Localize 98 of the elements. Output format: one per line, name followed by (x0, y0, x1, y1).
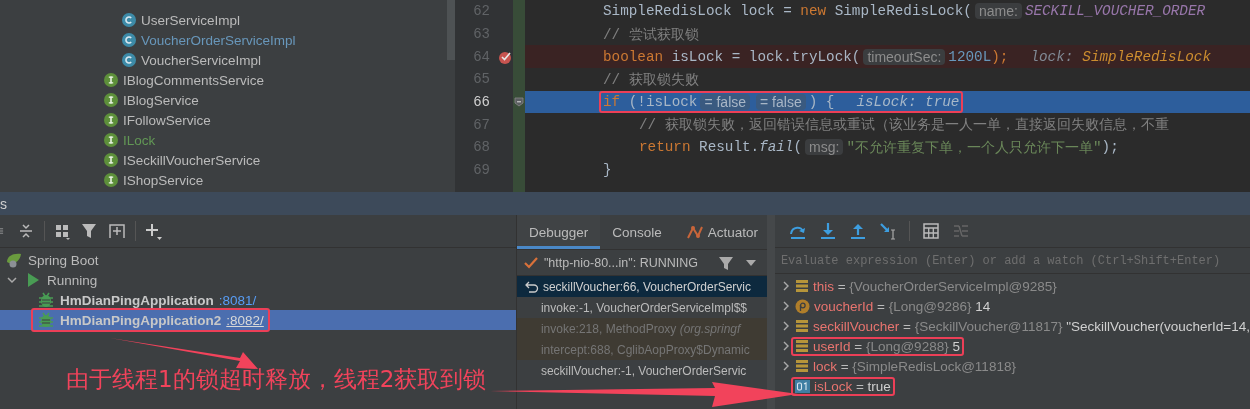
stack-frame[interactable]: seckillVoucher:66, VoucherOrderServic (516, 276, 767, 297)
debugger-tab[interactable]: Actuator (673, 215, 771, 249)
class-icon (122, 53, 136, 67)
interface-icon (104, 153, 118, 167)
service-row[interactable]: HmDianPingApplication :8081/ (0, 290, 516, 310)
variable-value: voucherId = {Long@9286} 14 (813, 298, 991, 314)
tree-item[interactable]: VoucherServiceImpl (141, 52, 262, 68)
inline-debug-value: isLock: true (856, 94, 960, 111)
tree-item[interactable]: ISeckillVoucherService (123, 152, 261, 168)
interface-icon (104, 113, 118, 127)
panel-title: s (0, 195, 7, 212)
tree-item[interactable]: IShopService (123, 172, 204, 188)
interface-icon (104, 133, 118, 147)
parameter-hint: msg: (805, 139, 844, 156)
parameter-hint: name: (974, 3, 1022, 20)
parameter-icon (794, 298, 810, 314)
thread-selector[interactable]: "http-nio-80...in": RUNNING (543, 255, 698, 270)
application-name: HmDianPingApplication (60, 292, 214, 308)
code-editor[interactable] (455, 0, 1250, 192)
code-text: (!isLock (627, 94, 698, 111)
stack-frame[interactable]: invoke:-1, VoucherOrderServiceImpl$$ (516, 297, 767, 318)
variable-value: userId = {Long@9288} 5 (812, 338, 960, 354)
service-row[interactable]: HmDianPingApplication2 :8082/ (0, 310, 516, 330)
code-text: isLock = lock.tryLock( (670, 48, 861, 65)
annotation-text: 由于线程1的锁超时释放，线程2获取到锁 (66, 365, 487, 394)
stack-icon (794, 279, 809, 293)
collapse-all-icon[interactable] (17, 222, 35, 240)
code-keyword: boolean (603, 48, 664, 65)
interface-icon (104, 93, 118, 107)
code-text: } (603, 162, 612, 179)
check-icon (522, 255, 539, 270)
stack-icon (794, 359, 809, 373)
variable-value: seckillVoucher = {SeckillVoucher@11817} "SeckillVoucher(voucherId=14, (812, 318, 1250, 334)
code-number: 1200L (948, 48, 992, 65)
debugger-tab[interactable]: Console (600, 215, 674, 249)
variable-value: lock = {SimpleRedisLock@11818} (812, 358, 1016, 374)
code-string: "不允许重复下单，一个人只允许下一单" (846, 138, 1102, 157)
bug-icon (37, 311, 55, 329)
tree-item[interactable]: ILock (123, 132, 156, 148)
parameter-hint: timeoutSec: (863, 48, 946, 65)
interface-icon (104, 173, 118, 187)
code-comment: // 获取锁失败，返回错误信息或重试（该业务是一人一单，直接返回失败信息，不重 (639, 116, 1169, 135)
calculator-icon[interactable] (921, 222, 940, 240)
stack-frame[interactable]: seckillVoucher:-1, VoucherOrderServic (516, 360, 767, 381)
code-keyword: new (800, 3, 827, 20)
step-out-icon[interactable] (848, 222, 867, 240)
tree-item[interactable]: Spring Boot (28, 252, 99, 268)
code-text: SimpleRedisLock lock = (603, 3, 793, 20)
run-to-cursor-icon[interactable] (878, 222, 897, 240)
caret-icon[interactable] (744, 258, 757, 267)
inline-debug-value: lock: (1030, 48, 1074, 65)
interface-icon (104, 73, 118, 87)
variable-value: this = {VoucherOrderServiceImpl@9285} (812, 278, 1057, 294)
class-icon (122, 33, 136, 47)
debugger-tab[interactable]: Debugger (516, 215, 601, 249)
step-into-icon[interactable] (818, 222, 837, 240)
bug-icon (37, 291, 55, 309)
filter-icon[interactable] (81, 222, 99, 240)
stack-icon (794, 339, 809, 353)
return-arrow-icon (524, 279, 539, 294)
breakpoint-icon[interactable] (498, 49, 512, 64)
group-icon[interactable] (54, 222, 72, 240)
code-text: SimpleRedisLock( (833, 3, 972, 20)
code-keyword: if (603, 94, 621, 111)
primitive-icon (794, 379, 810, 393)
fold-icon[interactable] (514, 97, 524, 108)
code-comment: // 尝试获取锁 (603, 25, 699, 44)
code-keyword: return (639, 139, 691, 156)
filter-icon[interactable] (717, 254, 734, 271)
port-link[interactable]: :8081/ (218, 292, 257, 308)
add-icon[interactable] (145, 222, 163, 240)
application-name: HmDianPingApplication2 (60, 312, 222, 328)
variable-value: isLock = true (813, 378, 891, 394)
tree-item[interactable]: IBlogService (123, 92, 199, 108)
code-text: ); (1101, 139, 1119, 156)
code-text: ) { (808, 94, 835, 111)
tree-item[interactable]: IFollowService (123, 112, 211, 128)
parameter-hint: = false (700, 94, 751, 111)
line-number: 66 (472, 94, 490, 111)
code-keyword: ); (991, 48, 1009, 65)
spring-leaf-icon (5, 251, 23, 269)
code-comment: // 获取锁失败 (603, 70, 699, 89)
tree-item[interactable]: IBlogCommentsService (123, 72, 265, 88)
parameter-hint: = false (756, 94, 806, 111)
tree-item[interactable]: VoucherOrderServiceImpl (141, 32, 296, 48)
stack-icon (794, 319, 809, 333)
code-text: ( (793, 139, 803, 156)
scrollbar[interactable] (447, 0, 455, 60)
code-constant: SECKILL_VOUCHER_ORDER (1024, 3, 1206, 20)
tree-item[interactable]: UserServiceImpl (141, 12, 241, 28)
class-icon (122, 13, 136, 27)
code-text: Result. (698, 139, 760, 156)
tree-item[interactable]: Running (47, 272, 98, 288)
port-link[interactable]: :8082/ (226, 312, 264, 328)
new-tab-icon[interactable] (108, 222, 126, 240)
code-method: fail (759, 139, 794, 156)
inline-debug-value: SimpleRedisLock (1082, 48, 1212, 65)
graph-icon (685, 224, 704, 240)
